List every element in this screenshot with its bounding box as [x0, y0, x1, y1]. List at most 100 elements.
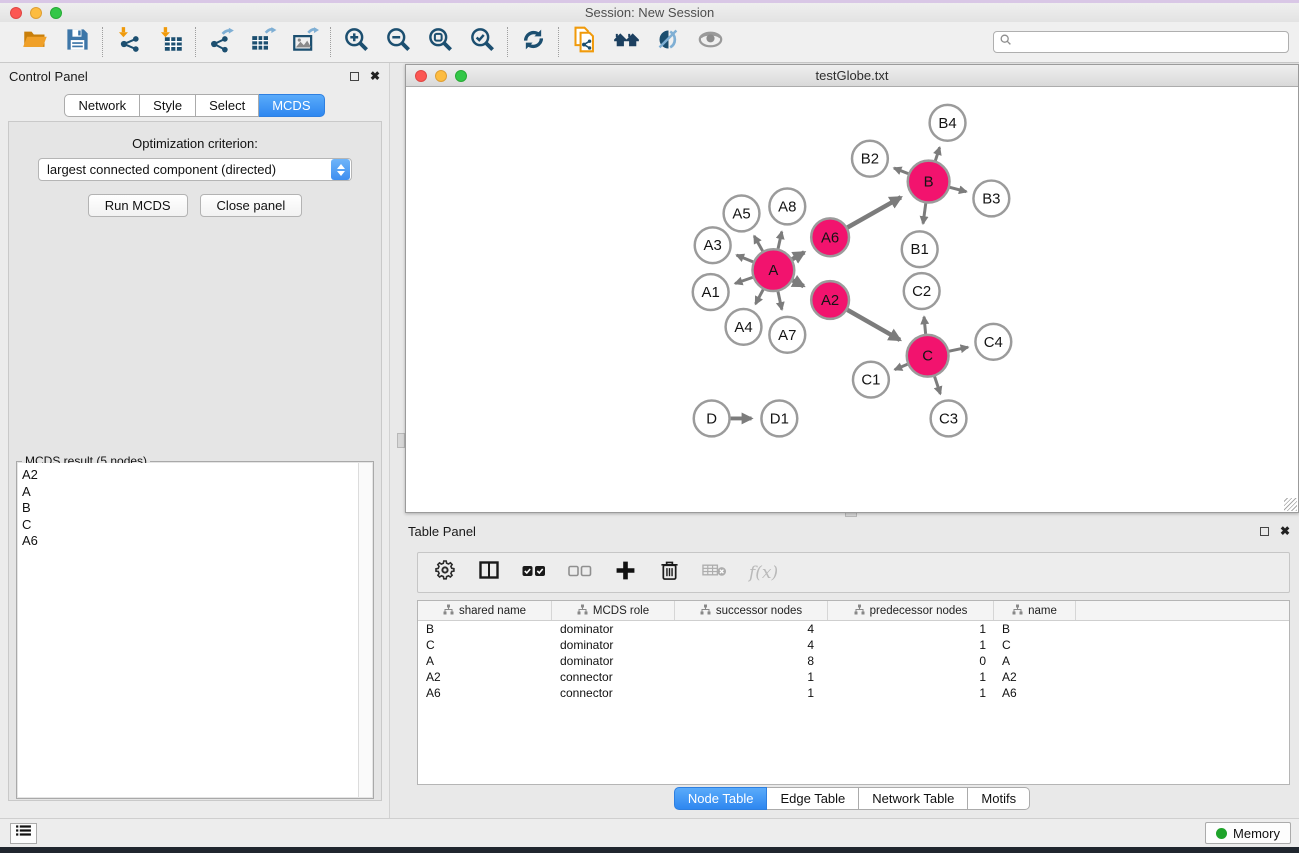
graph-node-A3[interactable]: A3: [695, 227, 731, 263]
graph-node-A1[interactable]: A1: [693, 274, 729, 310]
unselect-all-columns-button[interactable]: [568, 561, 592, 585]
graph-edge-A-A3[interactable]: [737, 255, 754, 262]
graph-edge-A-A1[interactable]: [735, 277, 753, 283]
table-tab-node-table[interactable]: Node Table: [674, 787, 768, 810]
close-panel-button[interactable]: Close panel: [200, 194, 303, 217]
graph-edge-C-C2[interactable]: [924, 317, 926, 334]
graph-edge-B-B4[interactable]: [935, 147, 939, 160]
delete-column-button[interactable]: [658, 561, 680, 585]
graph-edge-C-C1[interactable]: [895, 364, 908, 369]
clone-network-view-button[interactable]: [568, 26, 600, 58]
table-tab-edge-table[interactable]: Edge Table: [767, 787, 859, 810]
delete-table-button[interactable]: [702, 561, 727, 585]
export-table-button[interactable]: [247, 26, 279, 58]
table-tab-motifs[interactable]: Motifs: [968, 787, 1030, 810]
window-resize-grip[interactable]: [1284, 498, 1297, 511]
criterion-select[interactable]: largest connected component (directed): [38, 158, 352, 181]
graph-node-A5[interactable]: A5: [724, 195, 760, 231]
network-canvas[interactable]: B4 B2 B B3 A5A8A6 B1 A3 A A1 C2 A2 A4A7 C4 C C1 C3 D D1: [407, 88, 1297, 511]
float-table-panel-icon[interactable]: [1260, 527, 1269, 536]
table-row[interactable]: Cdominator41C: [418, 637, 1289, 653]
column-header-mcds-role[interactable]: MCDS role: [552, 601, 675, 620]
table-row[interactable]: A6connector11A6: [418, 685, 1289, 701]
tab-mcds[interactable]: MCDS: [259, 94, 324, 117]
graph-edge-A2-C[interactable]: [847, 310, 900, 340]
graph-node-B1[interactable]: B1: [902, 231, 938, 267]
homes-button[interactable]: [610, 26, 642, 58]
result-list-scrollbar[interactable]: [358, 463, 372, 797]
graph-edge-A-A8[interactable]: [778, 232, 782, 249]
open-session-button[interactable]: [19, 26, 51, 58]
graph-node-A6[interactable]: A6: [811, 218, 849, 256]
export-image-button[interactable]: [289, 26, 321, 58]
column-header-shared-name[interactable]: shared name: [418, 601, 552, 620]
mcds-result-item[interactable]: A2: [22, 467, 354, 484]
mcds-result-item[interactable]: C: [22, 517, 354, 534]
table-row[interactable]: A2connector11A2: [418, 669, 1289, 685]
graph-node-A2[interactable]: A2: [811, 281, 849, 319]
zoom-out-button[interactable]: [382, 26, 414, 58]
global-search-field[interactable]: [993, 31, 1289, 53]
zoom-in-button[interactable]: [340, 26, 372, 58]
run-mcds-button[interactable]: Run MCDS: [88, 194, 188, 217]
graph-edge-C-C3[interactable]: [935, 377, 941, 394]
float-panel-icon[interactable]: [350, 72, 359, 81]
graph-edge-B-B3[interactable]: [950, 187, 967, 191]
close-table-panel-icon[interactable]: ✖: [1280, 525, 1290, 537]
graph-node-A4[interactable]: A4: [726, 309, 762, 345]
column-header-predecessor-nodes[interactable]: predecessor nodes: [828, 601, 994, 620]
column-header-successor-nodes[interactable]: successor nodes: [675, 601, 828, 620]
save-session-button[interactable]: [61, 26, 93, 58]
column-header-name[interactable]: name: [994, 601, 1076, 620]
export-network-button[interactable]: [205, 26, 237, 58]
mcds-result-item[interactable]: A6: [22, 533, 354, 550]
graph-node-C4[interactable]: C4: [975, 324, 1011, 360]
graph-edge-A-A6[interactable]: [792, 252, 804, 259]
function-builder-button[interactable]: f(x): [749, 561, 778, 585]
graph-node-A8[interactable]: A8: [769, 189, 805, 225]
graph-edge-A-A2[interactable]: [793, 280, 804, 286]
tab-network[interactable]: Network: [64, 94, 140, 117]
tab-select[interactable]: Select: [196, 94, 259, 117]
graph-node-C3[interactable]: C3: [931, 401, 967, 437]
add-column-button[interactable]: [614, 561, 636, 585]
graph-edge-A-A5[interactable]: [754, 236, 762, 251]
birds-eye-view-button[interactable]: [694, 26, 726, 58]
graph-node-C1[interactable]: C1: [853, 362, 889, 398]
zoom-fit-button[interactable]: [424, 26, 456, 58]
mcds-result-item[interactable]: A: [22, 484, 354, 501]
mcds-result-item[interactable]: B: [22, 500, 354, 517]
graph-edge-A-A7[interactable]: [778, 292, 782, 310]
graph-node-A7[interactable]: A7: [769, 317, 805, 353]
import-table-button[interactable]: [154, 26, 186, 58]
graph-node-C2[interactable]: C2: [904, 273, 940, 309]
close-panel-icon[interactable]: ✖: [370, 70, 380, 82]
show-panels-button[interactable]: [10, 823, 37, 844]
graph-node-B[interactable]: B: [908, 161, 950, 203]
graph-node-A[interactable]: A: [752, 249, 794, 291]
graph-node-D1[interactable]: D1: [761, 401, 797, 437]
graph-node-B3[interactable]: B3: [973, 181, 1009, 217]
memory-button[interactable]: Memory: [1205, 822, 1291, 844]
graph-node-B4[interactable]: B4: [930, 105, 966, 141]
tab-style[interactable]: Style: [140, 94, 196, 117]
table-tab-network-table[interactable]: Network Table: [859, 787, 968, 810]
graph-node-D[interactable]: D: [694, 401, 730, 437]
graph-edge-C-C4[interactable]: [949, 347, 968, 351]
graph-edge-A6-B[interactable]: [847, 197, 900, 227]
graph-edge-B-B1[interactable]: [923, 203, 926, 223]
table-row[interactable]: Adominator80A: [418, 653, 1289, 669]
graph-node-B2[interactable]: B2: [852, 141, 888, 177]
vertical-scrollbar-thumb[interactable]: [397, 433, 405, 448]
table-row[interactable]: Bdominator41B: [418, 621, 1289, 637]
show-columns-button[interactable]: [478, 561, 500, 585]
table-settings-button[interactable]: [434, 561, 456, 585]
toggle-graphics-details-button[interactable]: [652, 26, 684, 58]
zoom-selected-button[interactable]: [466, 26, 498, 58]
refresh-button[interactable]: [517, 26, 549, 58]
graph-edge-B-B2[interactable]: [894, 168, 908, 174]
graph-node-C[interactable]: C: [907, 335, 949, 377]
import-network-button[interactable]: [112, 26, 144, 58]
mcds-result-list[interactable]: A2ABCA6: [18, 463, 358, 797]
search-input[interactable]: [1013, 35, 1283, 49]
